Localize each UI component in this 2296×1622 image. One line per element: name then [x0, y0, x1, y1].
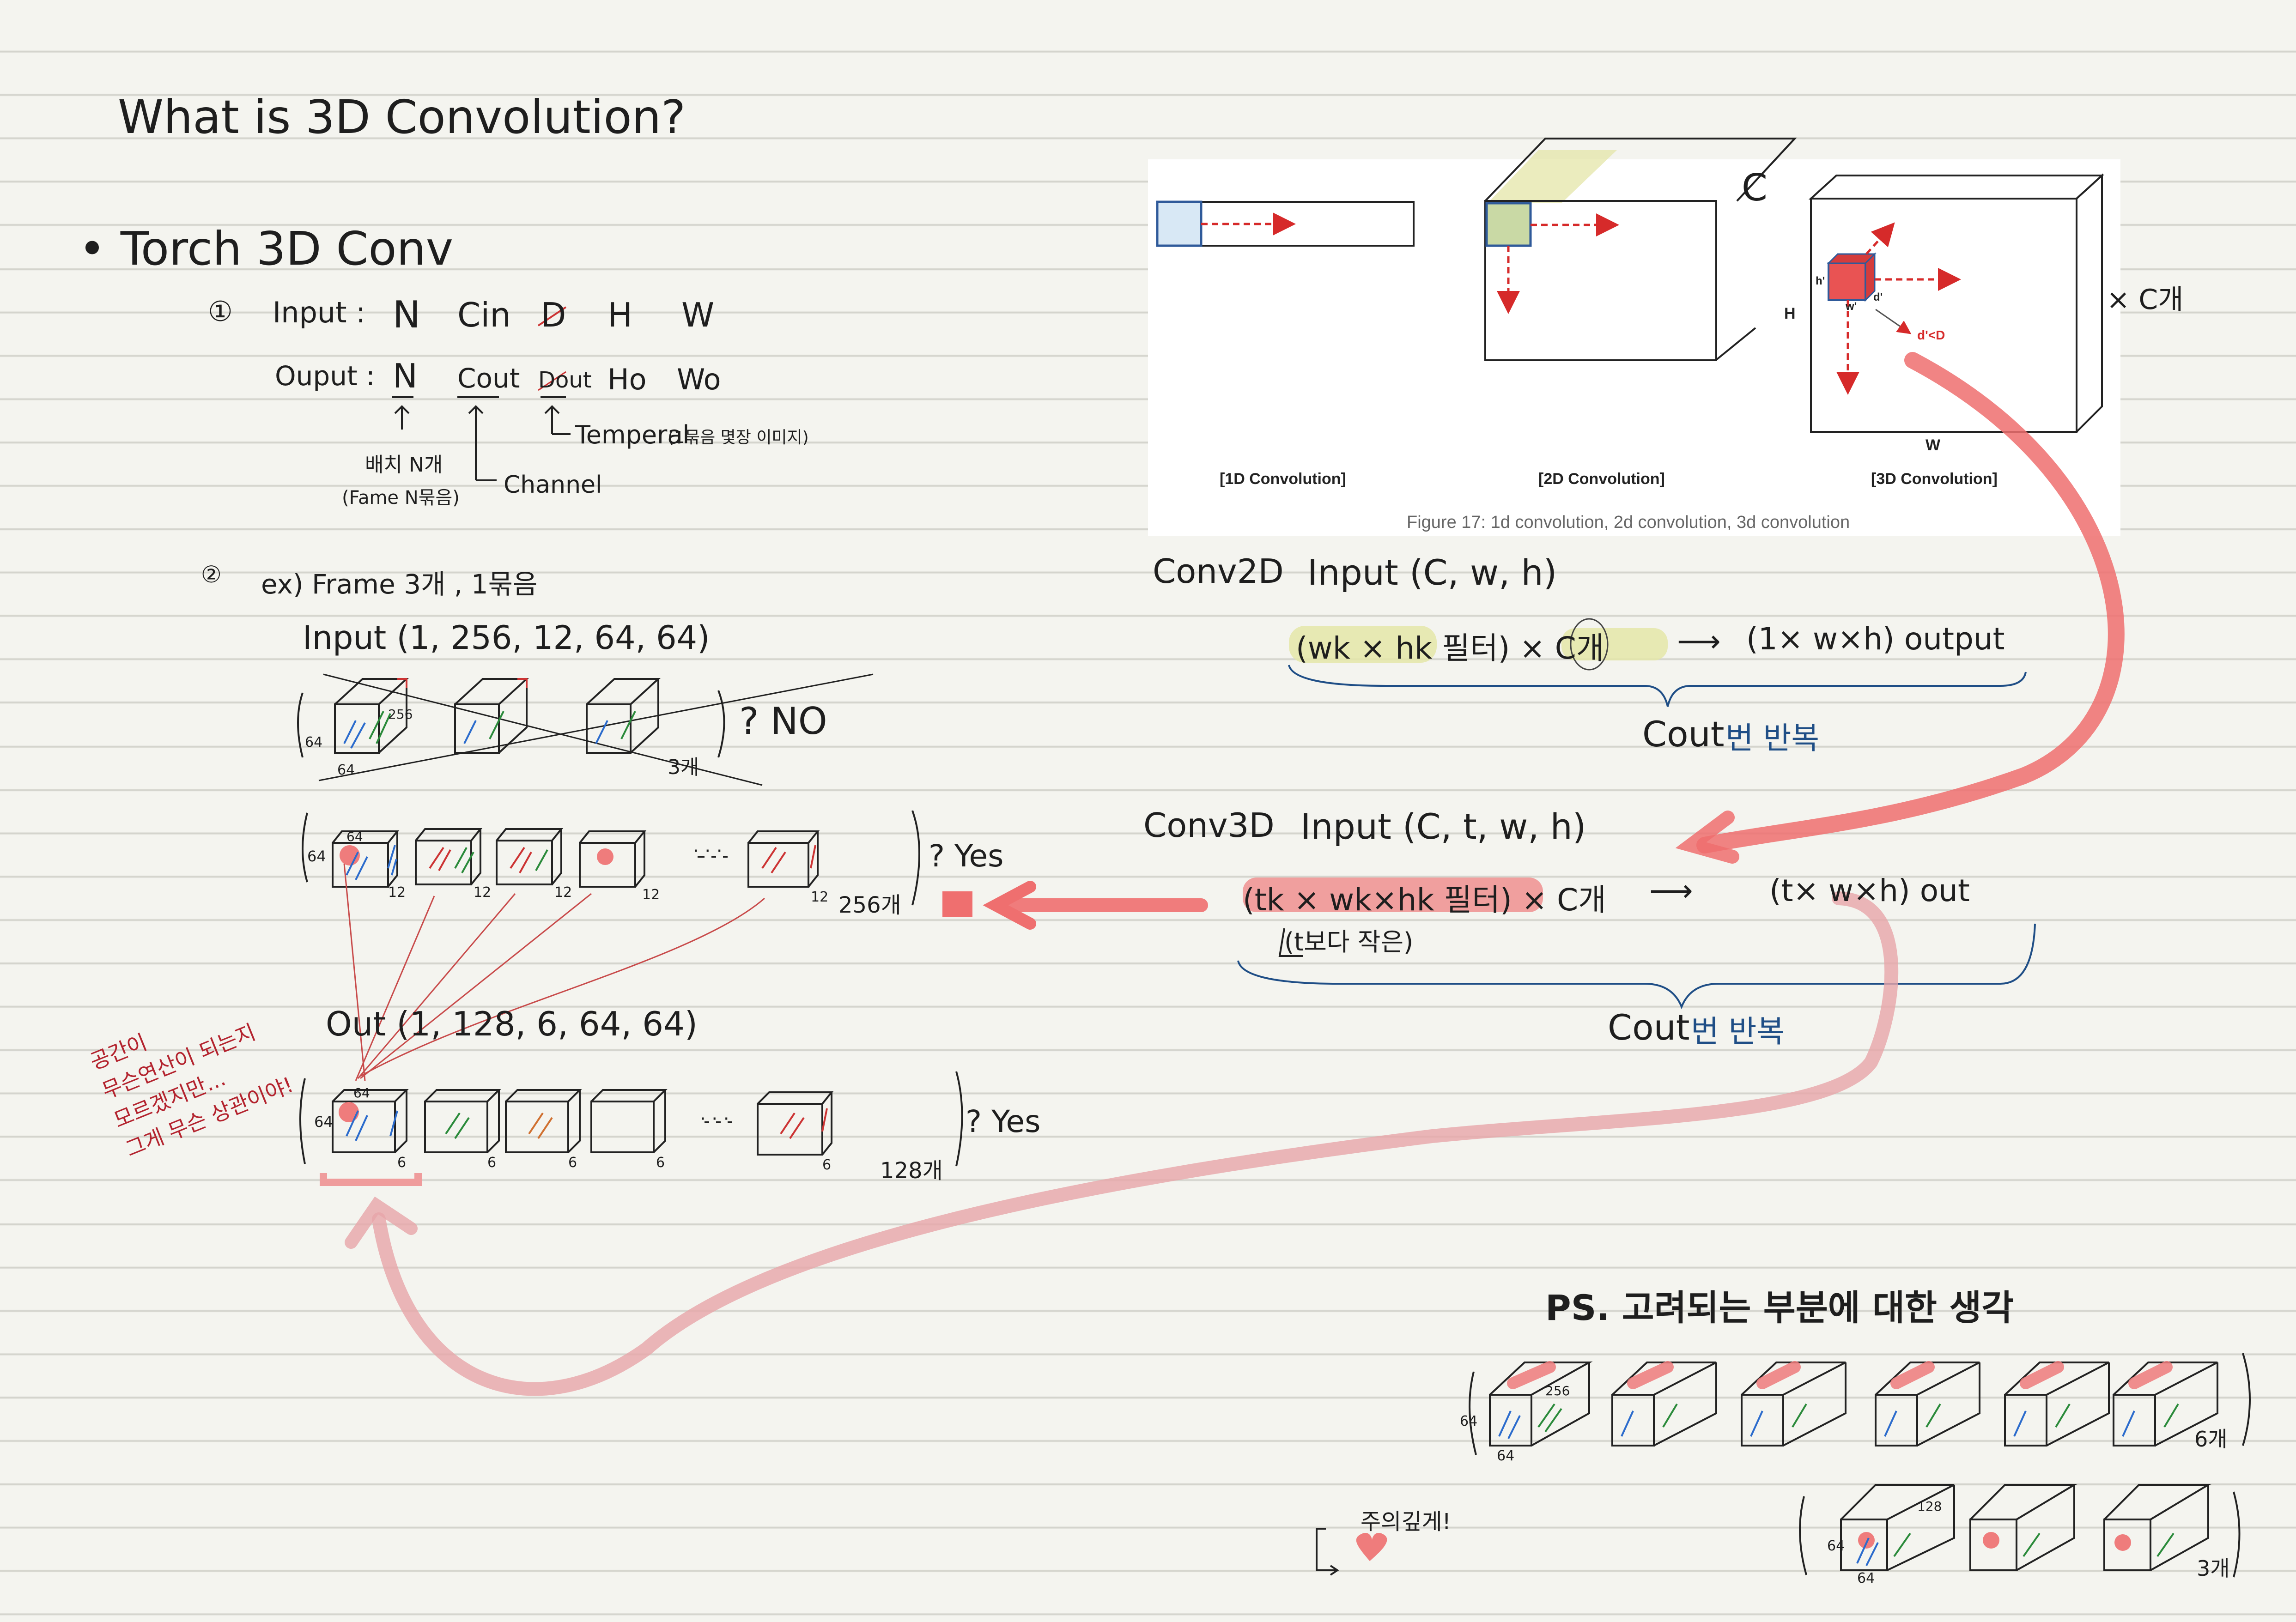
ellipsis-2: · · · — [700, 1108, 729, 1130]
cube-depth-6: 6 — [822, 1157, 832, 1173]
cube-size-64: 64 — [346, 829, 363, 844]
example-frame: ex) Frame 3개 , 1묶음 — [261, 569, 538, 600]
axis-C: C — [1742, 166, 1768, 209]
cube-size-64: 64 — [307, 847, 326, 865]
input-dim-cin: Cin — [457, 296, 511, 334]
note-channel: Channel — [504, 471, 602, 499]
input-dim-n: N — [393, 293, 420, 336]
ps-size-256: 256 — [1545, 1383, 1570, 1398]
ps-size-64: 64 — [1460, 1413, 1478, 1429]
red-block — [942, 891, 972, 917]
output-dim-dout: Dout — [538, 367, 592, 393]
ps-cubes-row2 — [1799, 1484, 2241, 1578]
conv2d-input: Input (C, w, h) — [1307, 552, 1557, 593]
conv3d-repeat-cout: Cout — [1608, 1007, 1690, 1048]
figure-caption: Figure 17: 1d convolution, 2d convolutio… — [1407, 513, 1850, 532]
note-batch-sub: (Fame N묶음) — [342, 487, 460, 508]
conv2d-repeat-cout: Cout — [1642, 714, 1725, 755]
answer-yes-2: ? Yes — [966, 1104, 1041, 1139]
page-title: What is 3D Convolution? — [118, 90, 686, 144]
conv3d-label: Conv3D — [1143, 806, 1275, 845]
small-arrow — [1316, 1528, 1339, 1576]
output-dim-ho: Ho — [607, 363, 647, 396]
input-dim-h: H — [607, 296, 633, 334]
cube-depth-12: 12 — [642, 887, 660, 903]
ps-count-6: 6개 — [2194, 1427, 2228, 1452]
input-dim-d: D — [541, 296, 566, 334]
cube-depth-6: 6 — [397, 1155, 407, 1171]
output-dim-cout: Cout — [457, 363, 520, 394]
answer-no: ? NO — [739, 700, 827, 743]
ps-size-128: 128 — [1917, 1499, 1942, 1514]
cube-depth-6: 6 — [568, 1155, 577, 1171]
conv2d-result: (1× w×h) output — [1746, 621, 2005, 657]
heart-icon — [1356, 1532, 1387, 1561]
ps-count-3: 3개 — [2197, 1556, 2230, 1581]
conv3d-note: (t보다 작은) — [1284, 927, 1414, 956]
cubes-output — [299, 1071, 963, 1167]
cube-w: w' — [1846, 300, 1857, 313]
cube-size-64: 64 — [337, 762, 355, 778]
answer-yes-1: ? Yes — [929, 838, 1004, 874]
conv2d-arrow: ⟶ — [1677, 623, 1721, 659]
cube-depth-6: 6 — [487, 1155, 497, 1171]
red-dot — [339, 1102, 359, 1122]
item-2-marker: ② — [201, 561, 222, 588]
axis-W: W — [1925, 436, 1941, 454]
item-1-marker: ① — [208, 296, 233, 328]
axis-H: H — [1784, 305, 1796, 322]
ps-size-64: 64 — [1497, 1448, 1515, 1464]
conv3d-result: (t× w×h) out — [1769, 873, 1970, 908]
count-256: 256개 — [838, 892, 901, 918]
conv3d-input: Input (C, t, w, h) — [1300, 806, 1586, 847]
output-dim-wo: Wo — [677, 363, 721, 396]
big-arrow-figure-to-conv3d — [1696, 352, 2125, 853]
cube-depth-12: 12 — [554, 884, 572, 901]
ps-size-64: 64 — [1827, 1538, 1845, 1554]
cube-depth-12: 12 — [388, 884, 406, 901]
input-dim-w: W — [681, 296, 715, 334]
red-dot — [597, 848, 613, 865]
ellipsis-1: · · · — [693, 841, 723, 862]
fig-label-2d: [2D Convolution] — [1538, 470, 1665, 488]
cube-condition: d'<D — [1917, 328, 1945, 342]
count-128: 128개 — [880, 1158, 943, 1184]
cube-size-64: 64 — [305, 734, 323, 750]
conv2d-label: Conv2D — [1153, 552, 1284, 591]
times-c-label: × C개 — [2107, 284, 2184, 316]
cube-size-64: 64 — [353, 1085, 370, 1101]
conv3d-repeat-text: 번 반복 — [1691, 1014, 1785, 1049]
cube-h: h' — [1816, 275, 1825, 287]
cube-depth-12: 12 — [474, 884, 492, 901]
cube-d: d' — [1873, 291, 1883, 303]
output-dim-n: N — [393, 357, 418, 395]
ps-cubes-row1 — [1469, 1353, 2251, 1455]
fig-label-3d: [3D Convolution] — [1871, 470, 1998, 488]
conv2d-formula: (wk × hk 필터) × C개 — [1296, 630, 1604, 666]
cube-depth-12: 12 — [811, 889, 829, 905]
count-3: 3개 — [668, 756, 699, 779]
conv2d-repeat-text: 번 반복 — [1725, 720, 1820, 756]
cube-size-64: 64 — [314, 1113, 333, 1131]
ps-size-64: 64 — [1857, 1570, 1875, 1586]
bullet-torch-3d-conv: • Torch 3D Conv — [79, 222, 454, 276]
conv3d-arrow: ⟶ — [1649, 873, 1693, 908]
conv3d-formula: (tk × wk×hk 필터) × C개 — [1243, 882, 1606, 918]
bullet-label: Torch 3D Conv — [120, 222, 454, 276]
cube-depth-6: 6 — [656, 1155, 665, 1171]
note-batch: 배치 N개 — [365, 453, 443, 477]
output-label: Ouput : — [275, 360, 375, 392]
brace-conv2d — [1288, 665, 2027, 707]
cube-size-256: 256 — [388, 707, 413, 722]
output-shape: Out (1, 128, 6, 64, 64) — [326, 1005, 698, 1043]
careful-note: 주의깊게! — [1361, 1509, 1451, 1535]
ps-highlights-row1 — [1507, 1361, 2173, 1389]
figure-1d-conv — [1156, 200, 1415, 247]
input-label: Input : — [273, 296, 366, 329]
fig-label-1d: [1D Convolution] — [1220, 470, 1346, 488]
input-shape: Input (1, 256, 12, 64, 64) — [303, 619, 710, 657]
ps-title: PS. 고려되는 부분에 대한 생각 — [1545, 1287, 2014, 1328]
note-temporal-sub: (1묶음 몇장 이미지) — [668, 428, 809, 447]
